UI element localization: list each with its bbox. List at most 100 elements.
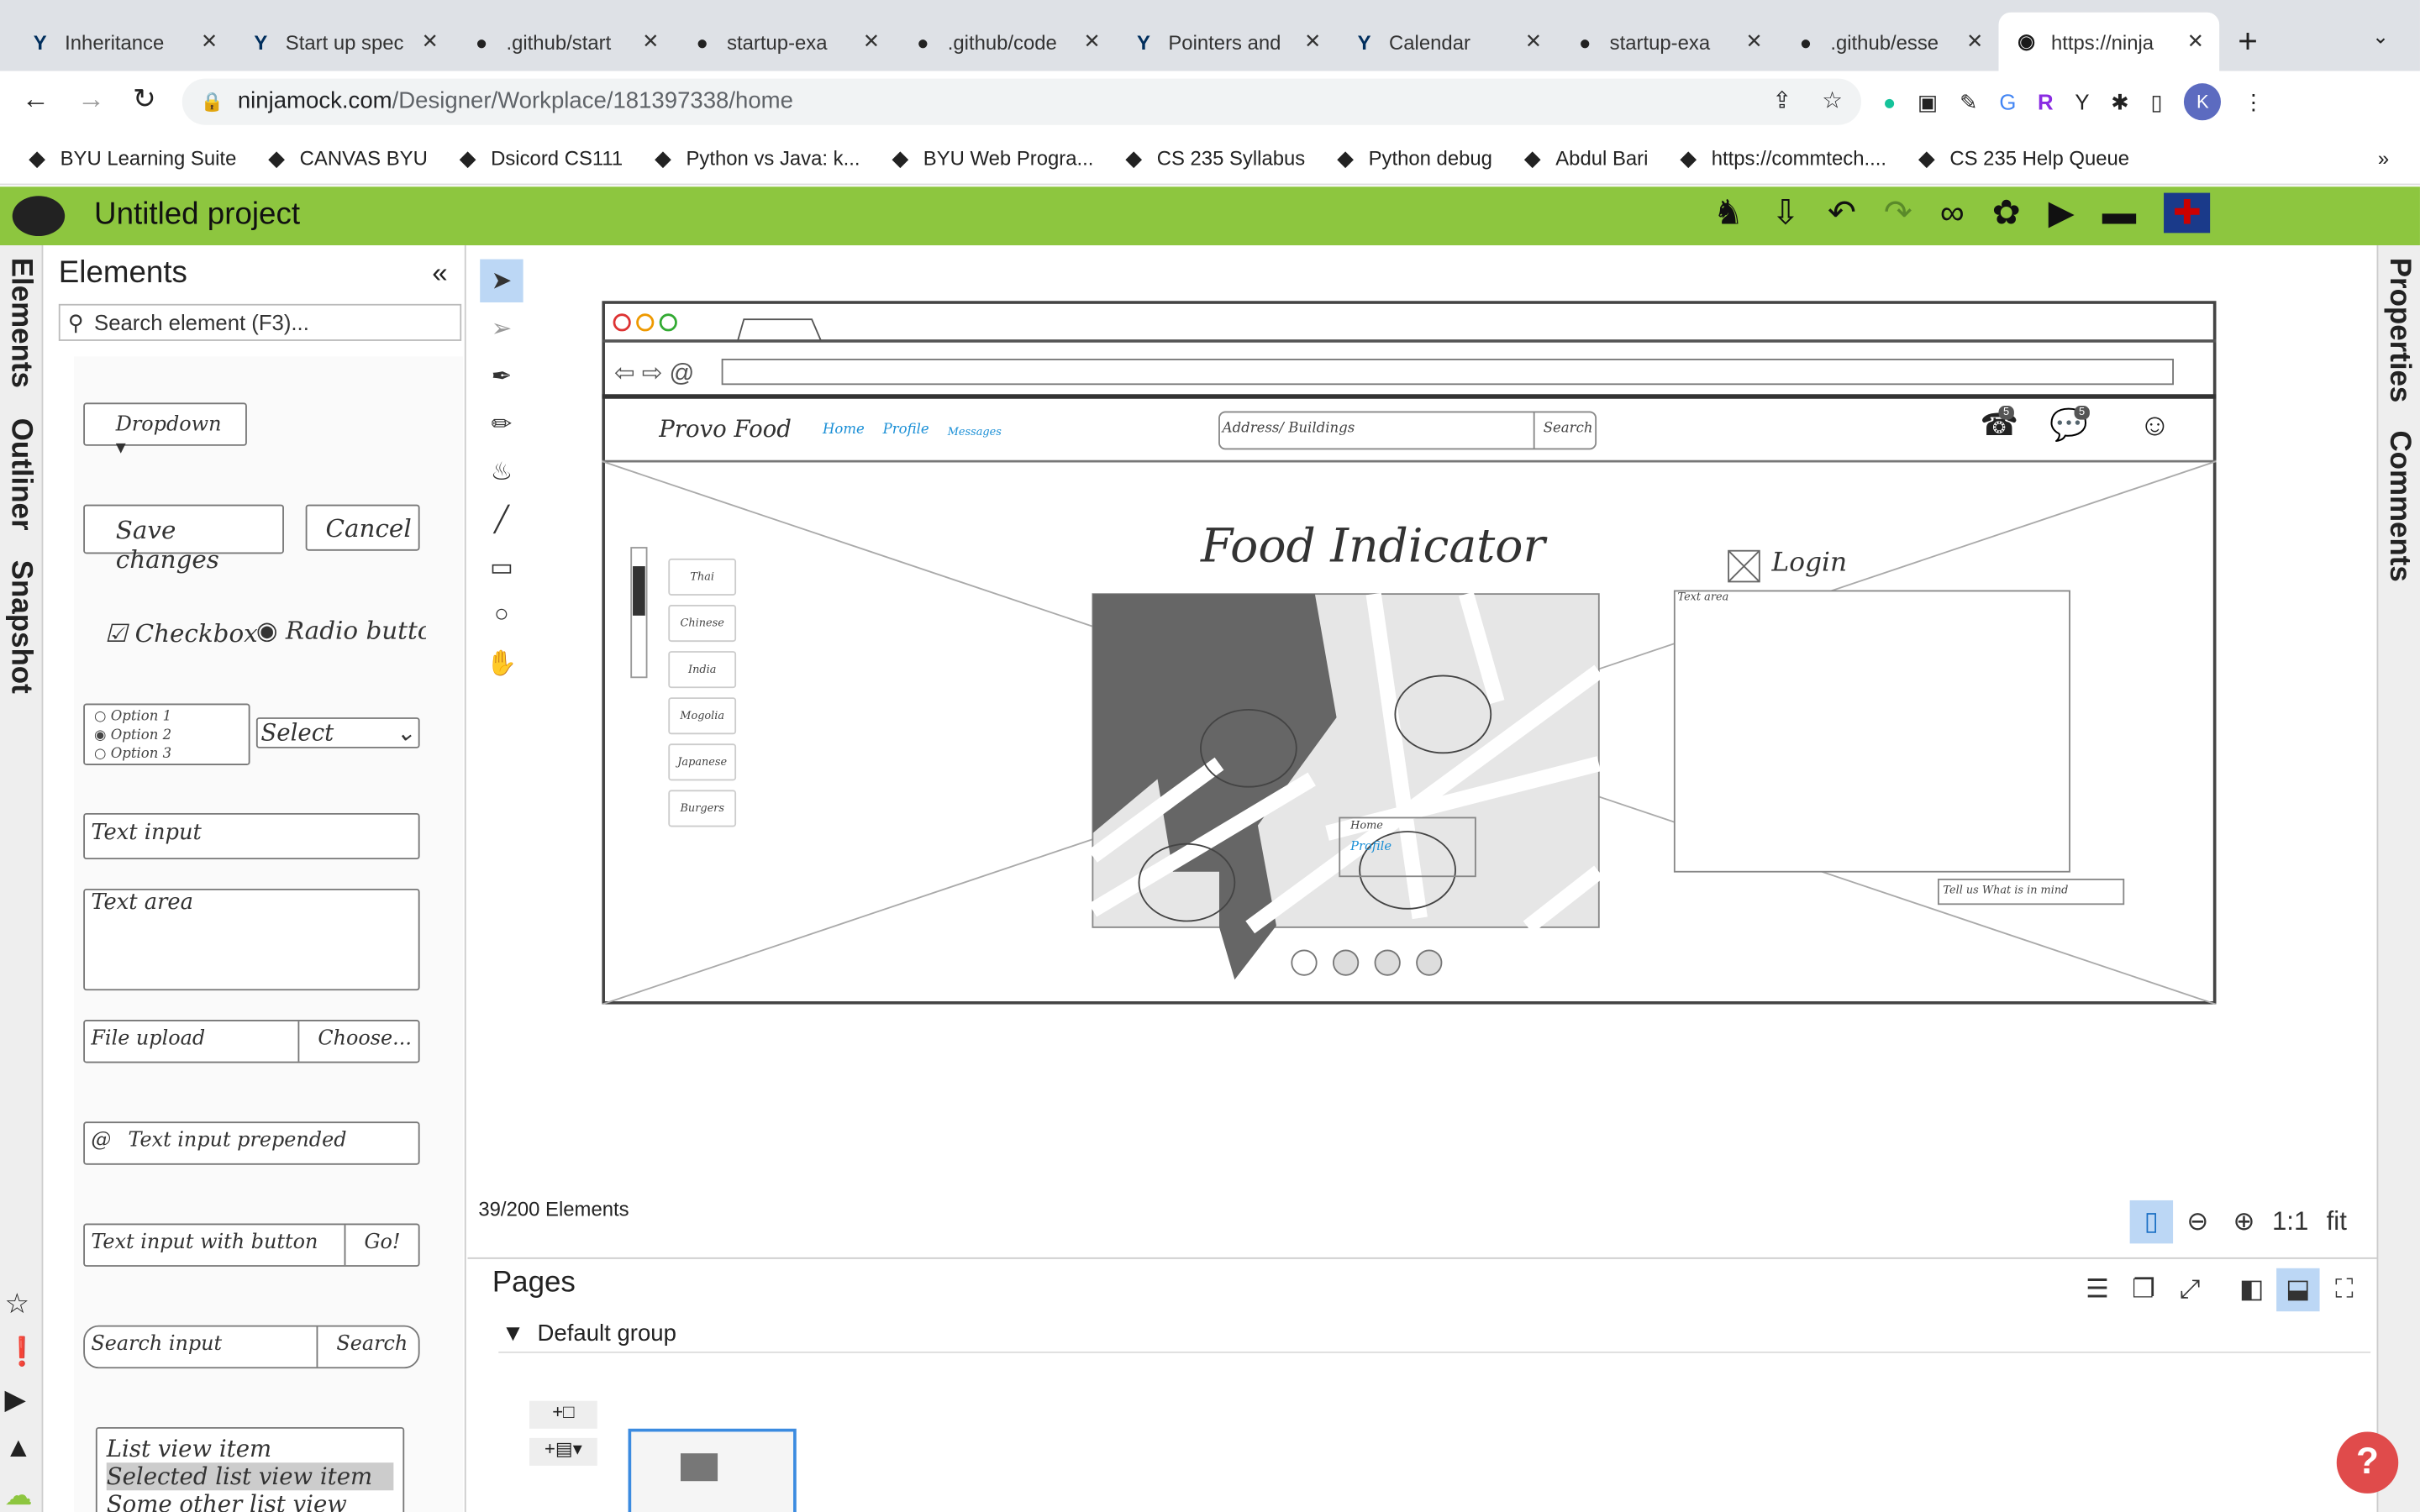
pen-tool-icon[interactable]: ✒: [480, 354, 523, 397]
bookmark-item[interactable]: ◆ BYU Learning Suite: [24, 146, 236, 171]
list-view-icon[interactable]: ☰: [2075, 1268, 2118, 1311]
search-input-sample[interactable]: Search input Search: [83, 1325, 420, 1369]
browser-tab[interactable]: ● .github/start ✕: [454, 13, 675, 71]
tab-outliner[interactable]: Outliner: [3, 418, 38, 531]
zoom-in-icon[interactable]: ⊕: [2223, 1200, 2265, 1243]
menu-icon[interactable]: ⋮: [2243, 89, 2265, 115]
grammarly-icon[interactable]: ●: [1883, 90, 1897, 114]
close-tab-icon[interactable]: ✕: [1304, 29, 1321, 54]
close-tab-icon[interactable]: ✕: [642, 29, 659, 54]
rectangle-tool-icon[interactable]: ▭: [480, 546, 523, 589]
cloud-icon[interactable]: ☁: [5, 1479, 39, 1512]
dropdown-sample[interactable]: Dropdown ▾: [83, 402, 247, 459]
text-area-sample[interactable]: Text area: [83, 888, 420, 991]
element-search-input[interactable]: ⚲ Search element (F3)...: [58, 303, 462, 341]
undo-icon[interactable]: ↶: [1828, 193, 1856, 234]
tab-properties[interactable]: Properties: [2381, 258, 2416, 403]
image-icon[interactable]: ▲: [5, 1431, 39, 1464]
collapse-icon[interactable]: «: [432, 258, 447, 291]
hand-tool-icon[interactable]: ✋: [480, 642, 523, 685]
close-tab-icon[interactable]: ✕: [1966, 29, 1983, 54]
bookmark-item[interactable]: ◆ https://commtech....: [1676, 146, 1886, 171]
side-panel-icon[interactable]: ▯: [2150, 89, 2162, 115]
browser-tab[interactable]: ● .github/code ✕: [895, 13, 1116, 71]
brush-tool-icon[interactable]: ♨: [480, 450, 523, 493]
text-input-sample[interactable]: Text input: [83, 812, 420, 860]
bookmark-star-icon[interactable]: ☆: [1822, 79, 1843, 125]
browser-tab[interactable]: ● .github/esse ✕: [1778, 13, 1999, 71]
project-title[interactable]: Untitled project: [94, 197, 300, 233]
add-page-button[interactable]: +□: [529, 1400, 597, 1429]
back-icon[interactable]: ←: [22, 83, 50, 116]
direct-select-tool-icon[interactable]: ➢: [480, 307, 523, 350]
save-sample[interactable]: Save changes: [83, 504, 284, 574]
feedback-icon[interactable]: ❗: [5, 1336, 39, 1369]
ellipse-tool-icon[interactable]: ○: [480, 594, 523, 637]
line-tool-icon[interactable]: ╱: [480, 498, 523, 541]
pencil-tool-icon[interactable]: ✏: [480, 402, 523, 445]
fullscreen-icon[interactable]: ⛶: [2323, 1268, 2365, 1311]
more-bookmarks-icon[interactable]: »: [2378, 146, 2389, 170]
translate-icon[interactable]: G: [1999, 90, 2016, 114]
cloud-save-icon[interactable]: ⇩: [1771, 193, 1800, 234]
extension-icon[interactable]: ✎: [1960, 89, 1978, 115]
extension-y-icon[interactable]: Y: [2075, 90, 2089, 114]
new-tab-button[interactable]: +: [2238, 22, 2258, 62]
browser-tab[interactable]: Y Calendar ✕: [1337, 13, 1558, 71]
bookmark-item[interactable]: ◆ Python vs Java: k...: [650, 146, 860, 171]
page-thumbnail[interactable]: [628, 1428, 797, 1512]
puzzle-icon[interactable]: ✱: [2111, 89, 2129, 115]
youtube-icon[interactable]: ▶: [5, 1384, 39, 1417]
tab-elements[interactable]: Elements: [3, 258, 38, 388]
reload-icon[interactable]: ↻: [133, 83, 156, 116]
panel-bottom-icon[interactable]: ⬓: [2276, 1268, 2320, 1312]
close-tab-icon[interactable]: ✕: [2187, 29, 2204, 54]
browser-tab[interactable]: Y Pointers and ✕: [1116, 13, 1337, 71]
star-icon[interactable]: ☆: [5, 1289, 39, 1321]
input-with-button-sample[interactable]: Text input with button Go!: [83, 1223, 420, 1267]
play-icon[interactable]: ▶: [2049, 193, 2075, 234]
zoom-fit-button[interactable]: fit: [2315, 1200, 2358, 1243]
cascade-icon[interactable]: ❐: [2122, 1268, 2165, 1311]
team-icon[interactable]: ✿: [1992, 193, 2021, 234]
help-button[interactable]: ?: [2336, 1431, 2399, 1494]
bookmark-item[interactable]: ◆ CS 235 Help Queue: [1914, 146, 2129, 171]
tab-comments[interactable]: Comments: [2381, 430, 2416, 581]
close-tab-icon[interactable]: ✕: [1084, 29, 1101, 54]
close-tab-icon[interactable]: ✕: [422, 29, 439, 54]
browser-tab[interactable]: ● startup-exa ✕: [1557, 13, 1778, 71]
device-icon[interactable]: ▯: [2129, 1200, 2174, 1244]
radio-sample[interactable]: ◉ Radio button: [256, 616, 426, 645]
select-tool-icon[interactable]: ➤: [480, 259, 523, 302]
extension-icon[interactable]: ▣: [1918, 89, 1938, 115]
element-library[interactable]: Dropdown ▾ Save changes Cancel ☑ Checkbo…: [74, 356, 464, 1512]
add-page-menu-button[interactable]: +▤▾: [529, 1437, 597, 1466]
tab-search-chevron-icon[interactable]: ⌄: [2372, 24, 2389, 49]
bookmark-item[interactable]: ◆ Python debug: [1333, 146, 1492, 171]
mockup-frame[interactable]: ⇦ ⇨ @ Provo Food Home Profile Messages A…: [602, 301, 2217, 1005]
browser-tab[interactable]: Y Start up spec ✕: [233, 13, 454, 71]
page-group[interactable]: ▼ Default group: [502, 1320, 676, 1347]
extension-r-icon[interactable]: R: [2038, 90, 2054, 114]
close-tab-icon[interactable]: ✕: [201, 29, 218, 54]
close-tab-icon[interactable]: ✕: [1525, 29, 1542, 54]
bookmark-item[interactable]: ◆ BYU Web Progra...: [888, 146, 1093, 171]
expand-icon[interactable]: ⤢: [2169, 1268, 2212, 1311]
cancel-sample[interactable]: Cancel: [305, 504, 420, 551]
browser-tab[interactable]: ◉ https://ninja ✕: [1998, 12, 2220, 71]
prepended-input-sample[interactable]: @ Text input prepended: [83, 1121, 420, 1165]
redo-icon[interactable]: ↷: [1884, 193, 1912, 234]
bookmark-item[interactable]: ◆ CANVAS BYU: [264, 146, 428, 171]
tab-snapshot[interactable]: Snapshot: [3, 560, 38, 694]
bookmark-item[interactable]: ◆ Dsicord CS111: [455, 146, 623, 171]
browser-tab[interactable]: ● startup-exa ✕: [675, 13, 896, 71]
forward-icon[interactable]: →: [77, 83, 105, 116]
bookmark-item[interactable]: ◆ CS 235 Syllabus: [1121, 146, 1305, 171]
share-icon[interactable]: ⇪: [1772, 79, 1791, 125]
bookmark-item[interactable]: ◆ Abdul Bari: [1520, 146, 1649, 171]
link-icon[interactable]: ∞: [1940, 193, 1965, 234]
list-view-sample[interactable]: List view item Selected list view item S…: [95, 1426, 405, 1512]
checkbox-sample[interactable]: ☑ Checkbox: [105, 619, 258, 648]
url-input[interactable]: 🔒 ninjamock.com/Designer/Workplace/18139…: [182, 78, 1862, 125]
profile-avatar[interactable]: K: [2184, 83, 2222, 121]
